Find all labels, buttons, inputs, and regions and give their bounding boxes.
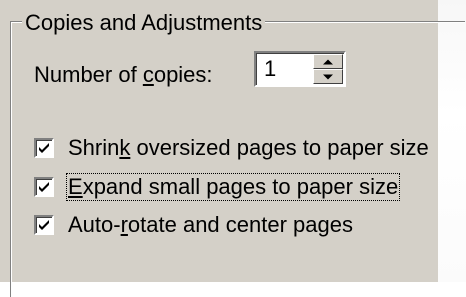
expand-small-label: Expand small pages to paper size: [66, 173, 401, 201]
checkmark-icon: [39, 182, 49, 192]
spin-down-button[interactable]: [313, 69, 343, 84]
number-of-copies-label: Number of copies:: [34, 62, 213, 87]
checkmark-icon: [39, 220, 49, 230]
shrink-oversized-checkbox[interactable]: [34, 138, 54, 158]
copies-spinbox[interactable]: 1: [254, 51, 346, 87]
spin-buttons: [313, 54, 343, 84]
spin-up-button[interactable]: [313, 54, 343, 69]
auto-rotate-label: Auto-rotate and center pages: [68, 212, 353, 237]
group-title: Copies and Adjustments: [22, 10, 266, 36]
auto-rotate-checkbox[interactable]: [34, 215, 54, 235]
shrink-oversized-label: Shrink oversized pages to paper size: [68, 135, 429, 160]
chevron-down-icon: [323, 74, 333, 79]
chevron-up-icon: [323, 59, 333, 64]
copies-input[interactable]: 1: [264, 56, 276, 82]
expand-small-checkbox[interactable]: [34, 177, 54, 197]
print-options-panel: Copies and Adjustments Number of copies:…: [0, 0, 465, 297]
checkmark-icon: [39, 143, 49, 153]
